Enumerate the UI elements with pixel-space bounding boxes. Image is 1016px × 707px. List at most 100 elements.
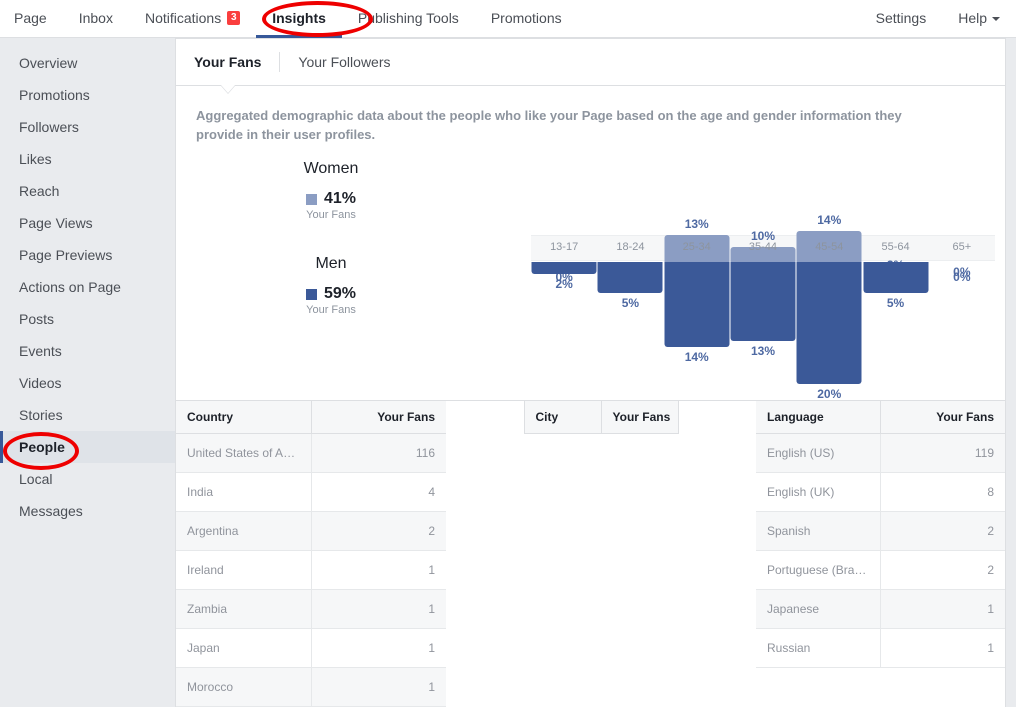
men-bar[interactable]: [531, 262, 597, 274]
men-percent-row: 59%: [305, 285, 356, 303]
nav-item-inbox[interactable]: Inbox: [63, 0, 129, 38]
table-row[interactable]: India 4: [176, 472, 446, 512]
table-row[interactable]: Japanese 1: [756, 589, 1005, 629]
legend-spacer: [236, 221, 426, 255]
age-bracket-column: 14% 20% 45-54: [796, 150, 862, 401]
nav-item-label: Help: [958, 10, 987, 26]
men-label: Men: [315, 255, 347, 272]
table-row[interactable]: Zambia 1: [176, 589, 446, 629]
men-fans-sublabel: Your Fans: [306, 304, 356, 316]
sidebar-item-videos[interactable]: Videos: [0, 367, 175, 399]
country-name-cell: Morocco: [176, 667, 312, 707]
sidebar-item-label: Reach: [19, 183, 60, 199]
sidebar-item-overview[interactable]: Overview: [0, 47, 175, 79]
men-bar-value-label: 14%: [684, 350, 709, 364]
sidebar-item-reach[interactable]: Reach: [0, 175, 175, 207]
sidebar-item-messages[interactable]: Messages: [0, 495, 175, 527]
country-fans-cell: 116: [311, 433, 446, 473]
sidebar-item-label: Stories: [19, 407, 63, 423]
nav-item-notifications[interactable]: Notifications 3: [129, 0, 256, 38]
page-body: Overview Promotions Followers Likes Reach Pag…: [0, 38, 1016, 707]
men-bar-value-label: 5%: [886, 296, 905, 310]
table-header-row: Language Your Fans: [756, 401, 1005, 434]
city-table: City Your Fans: [523, 401, 679, 434]
language-table-slot: Language Your Fans English (US) 119 English …: [756, 401, 1005, 668]
sidebar-item-likes[interactable]: Likes: [0, 143, 175, 175]
city-column-header[interactable]: Your Fans: [601, 401, 678, 434]
chart-bars: 0%2%13-172%5%18-2413%14%25-3410%13%35-44…: [531, 150, 995, 401]
table-row[interactable]: English (UK) 8: [756, 472, 1005, 512]
table-header-row: City Your Fans: [524, 401, 678, 434]
age-bracket-label: 45-54: [815, 241, 844, 253]
language-column-header[interactable]: Language: [756, 401, 881, 434]
table-row[interactable]: Japan 1: [176, 628, 446, 668]
sidebar-item-label: Overview: [19, 55, 78, 71]
age-bracket-column: 0% 2% 13-17: [531, 150, 597, 400]
women-fans-sublabel: Your Fans: [306, 209, 356, 221]
table-row[interactable]: Ireland 1: [176, 550, 446, 590]
women-legend-row: 41% Your Fans: [236, 190, 426, 221]
table-row[interactable]: Morocco 1: [176, 667, 446, 707]
sidebar-item-page-views[interactable]: Page Views: [0, 207, 175, 239]
nav-item-publishing-tools[interactable]: Publishing Tools: [342, 0, 475, 38]
sidebar-item-label: Videos: [19, 375, 62, 391]
country-fans-cell: 2: [311, 511, 446, 551]
nav-item-label: Page: [14, 10, 47, 26]
sidebar-item-local[interactable]: Local: [0, 463, 175, 495]
page-description: Aggregated demographic data about the pe…: [196, 108, 902, 142]
nav-item-settings[interactable]: Settings: [860, 0, 943, 38]
table-row[interactable]: Portuguese (Brazil) 2: [756, 550, 1005, 590]
sidebar-item-promotions[interactable]: Promotions: [0, 79, 175, 111]
main-content: Your Fans Your Followers Aggregated demog…: [175, 38, 1016, 707]
sidebar-item-actions-on-page[interactable]: Actions on Page: [0, 271, 175, 303]
language-name-cell: Portuguese (Brazil): [756, 550, 881, 590]
country-column-header[interactable]: Your Fans: [311, 401, 446, 434]
women-percent-row: 41%: [305, 190, 356, 208]
sidebar-item-page-previews[interactable]: Page Previews: [0, 239, 175, 271]
men-bar[interactable]: [597, 262, 663, 293]
country-fans-cell: 4: [311, 472, 446, 512]
sidebar-item-posts[interactable]: Posts: [0, 303, 175, 335]
men-bar[interactable]: [796, 262, 862, 384]
language-name-cell: Russian: [756, 628, 881, 668]
language-fans-cell: 2: [880, 511, 1005, 551]
top-nav-right-group: Settings Help: [860, 0, 1016, 38]
men-bar[interactable]: [863, 262, 929, 293]
nav-item-insights[interactable]: Insights: [256, 0, 342, 38]
table-row[interactable]: English (US) 119: [756, 433, 1005, 473]
sidebar-item-label: Local: [19, 471, 53, 487]
men-bar-value-label: 20%: [817, 387, 842, 401]
language-name-cell: Japanese: [756, 589, 881, 629]
table-row[interactable]: United States of America 116: [176, 433, 446, 473]
nav-item-label: Inbox: [78, 10, 113, 26]
chart-plot-area: 0%2%13-172%5%18-2413%14%25-3410%13%35-44…: [531, 150, 995, 401]
country-column-header[interactable]: Country: [176, 401, 312, 434]
language-fans-cell: 1: [880, 628, 1005, 668]
men-bar[interactable]: [730, 262, 796, 341]
women-bar-value-label: 14%: [817, 213, 842, 227]
table-row[interactable]: Spanish 2: [756, 511, 1005, 551]
nav-item-label: Promotions: [490, 10, 562, 26]
men-bar-value-label: 13%: [750, 344, 775, 358]
tab-your-followers[interactable]: Your Followers: [280, 39, 408, 85]
language-fans-cell: 119: [880, 433, 1005, 473]
table-header-row: Country Your Fans: [176, 401, 446, 434]
nav-item-help[interactable]: Help: [942, 0, 1016, 38]
country-table-slot: Country Your Fans United States of America…: [176, 401, 446, 707]
country-name-cell: United States of America: [176, 433, 312, 473]
language-name-cell: English (UK): [756, 472, 881, 512]
men-bar[interactable]: [664, 262, 730, 347]
city-column-header[interactable]: City: [524, 401, 602, 434]
table-row[interactable]: Argentina 2: [176, 511, 446, 551]
nav-item-page[interactable]: Page: [0, 0, 63, 38]
country-name-cell: Ireland: [176, 550, 312, 590]
sidebar-item-events[interactable]: Events: [0, 335, 175, 367]
top-nav-left-group: Page Inbox Notifications 3 Insights Publishin…: [0, 0, 578, 38]
language-column-header[interactable]: Your Fans: [880, 401, 1005, 434]
table-row[interactable]: Russian 1: [756, 628, 1005, 668]
sidebar-item-followers[interactable]: Followers: [0, 111, 175, 143]
nav-item-promotions[interactable]: Promotions: [475, 0, 578, 38]
tab-your-fans[interactable]: Your Fans: [176, 39, 279, 85]
sidebar-item-stories[interactable]: Stories: [0, 399, 175, 431]
sidebar-item-people[interactable]: People: [0, 431, 175, 463]
